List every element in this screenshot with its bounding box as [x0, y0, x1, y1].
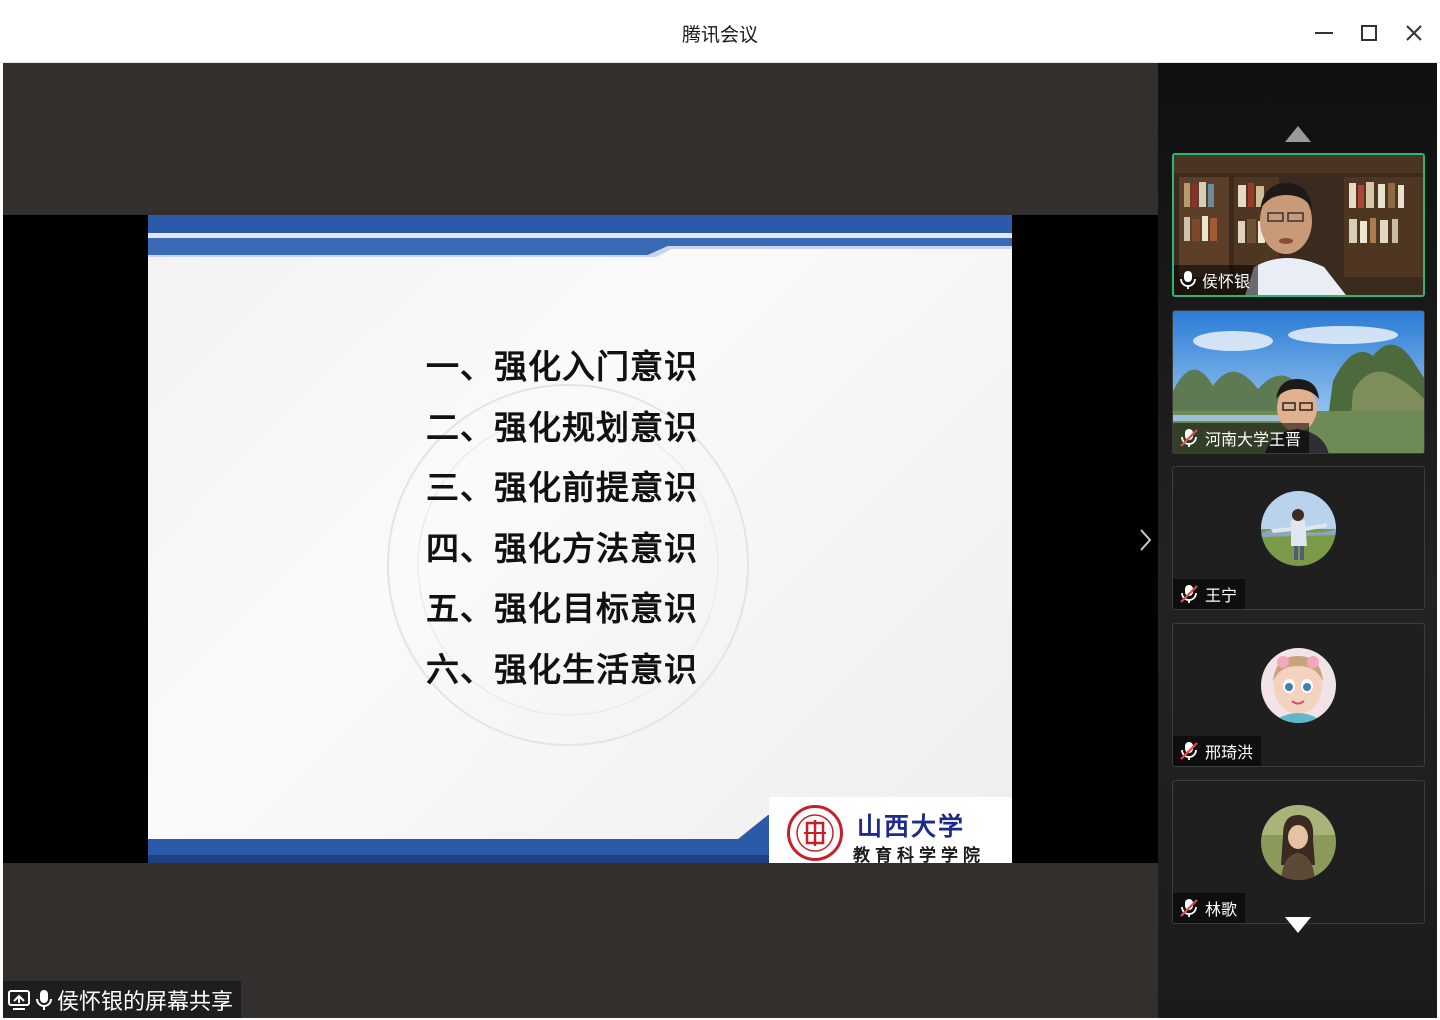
- slide-outline-item: 六、强化生活意识: [426, 649, 698, 689]
- slide-outline-item: 一、强化入门意识: [426, 347, 698, 386]
- slide-outline-item: 五、强化目标意识: [426, 589, 698, 628]
- maximize-icon: [1361, 25, 1377, 41]
- shared-content: 一、强化入门意识 二、强化规划意识 三、强化前提意识 四、强化方法意识 五、强化…: [3, 215, 1158, 863]
- participant-tile[interactable]: 邢琦洪: [1172, 623, 1425, 767]
- microphone-muted-icon: [1180, 742, 1198, 760]
- university-logo: 山西大学 教育科学学院: [769, 797, 1012, 863]
- maximize-button[interactable]: [1354, 18, 1384, 48]
- microphone-icon: [1180, 271, 1196, 289]
- microphone-muted-icon: [1180, 585, 1198, 603]
- window-title: 腾讯会议: [681, 24, 758, 46]
- minimize-button[interactable]: [1309, 18, 1339, 48]
- participant-nameplate: 河南大学王晋: [1173, 423, 1310, 453]
- minimize-icon: [1315, 32, 1333, 34]
- participant-name: 河南大学王晋: [1205, 430, 1302, 449]
- participant-tile[interactable]: 河南大学王晋: [1172, 310, 1425, 454]
- microphone-muted-icon: [1180, 899, 1198, 917]
- screen-share-icon: [8, 989, 30, 1010]
- university-name: 山西大学: [857, 812, 966, 841]
- participant-panel: 侯怀银 河南大学王晋 王宁 邢琦洪 林歌: [1158, 63, 1437, 1018]
- participant-avatar: [1261, 491, 1336, 566]
- participant-tile[interactable]: 王宁: [1172, 466, 1425, 610]
- university-seal-icon: [787, 805, 843, 861]
- microphone-icon: [36, 989, 52, 1010]
- expand-panel-button[interactable]: [1136, 525, 1156, 555]
- participant-nameplate: 林歌: [1173, 893, 1246, 923]
- participant-avatar: [1261, 648, 1336, 723]
- chevron-right-icon: [1140, 529, 1152, 551]
- participant-name: 王宁: [1205, 586, 1238, 605]
- participant-nameplate: 王宁: [1173, 579, 1246, 609]
- microphone-muted-icon: [1180, 429, 1198, 447]
- scroll-up-button[interactable]: [1285, 126, 1311, 142]
- slide-outline-item: 三、强化前提意识: [426, 468, 698, 507]
- slide-outline-item: 四、强化方法意识: [426, 528, 698, 568]
- slide-outline-list: 一、强化入门意识 二、强化规划意识 三、强化前提意识 四、强化方法意识 五、强化…: [426, 337, 698, 700]
- participant-tile[interactable]: 侯怀银: [1172, 153, 1425, 297]
- close-button[interactable]: [1399, 18, 1429, 48]
- presentation-slide: 一、强化入门意识 二、强化规划意识 三、强化前提意识 四、强化方法意识 五、强化…: [148, 215, 1012, 863]
- participant-nameplate: 侯怀银: [1174, 265, 1259, 295]
- screen-share-label-text: 侯怀银的屏幕共享: [57, 989, 234, 1015]
- participant-tile[interactable]: 林歌: [1172, 780, 1425, 924]
- department-name: 教育科学学院: [853, 846, 985, 863]
- screen-share-view[interactable]: 一、强化入门意识 二、强化规划意识 三、强化前提意识 四、强化方法意识 五、强化…: [3, 63, 1158, 1018]
- close-icon: [1406, 25, 1422, 41]
- participant-name: 林歌: [1205, 900, 1238, 919]
- slide-outline-item: 二、强化规划意识: [426, 407, 698, 447]
- participant-name: 邢琦洪: [1205, 743, 1254, 762]
- screen-share-label: 侯怀银的屏幕共享: [3, 981, 242, 1018]
- scroll-down-button[interactable]: [1285, 917, 1311, 933]
- title-bar: 腾讯会议: [0, 0, 1440, 63]
- participant-avatar: [1261, 805, 1336, 880]
- slide-header-decoration: [148, 215, 1012, 257]
- participant-nameplate: 邢琦洪: [1173, 736, 1262, 766]
- participant-name: 侯怀银: [1202, 272, 1251, 291]
